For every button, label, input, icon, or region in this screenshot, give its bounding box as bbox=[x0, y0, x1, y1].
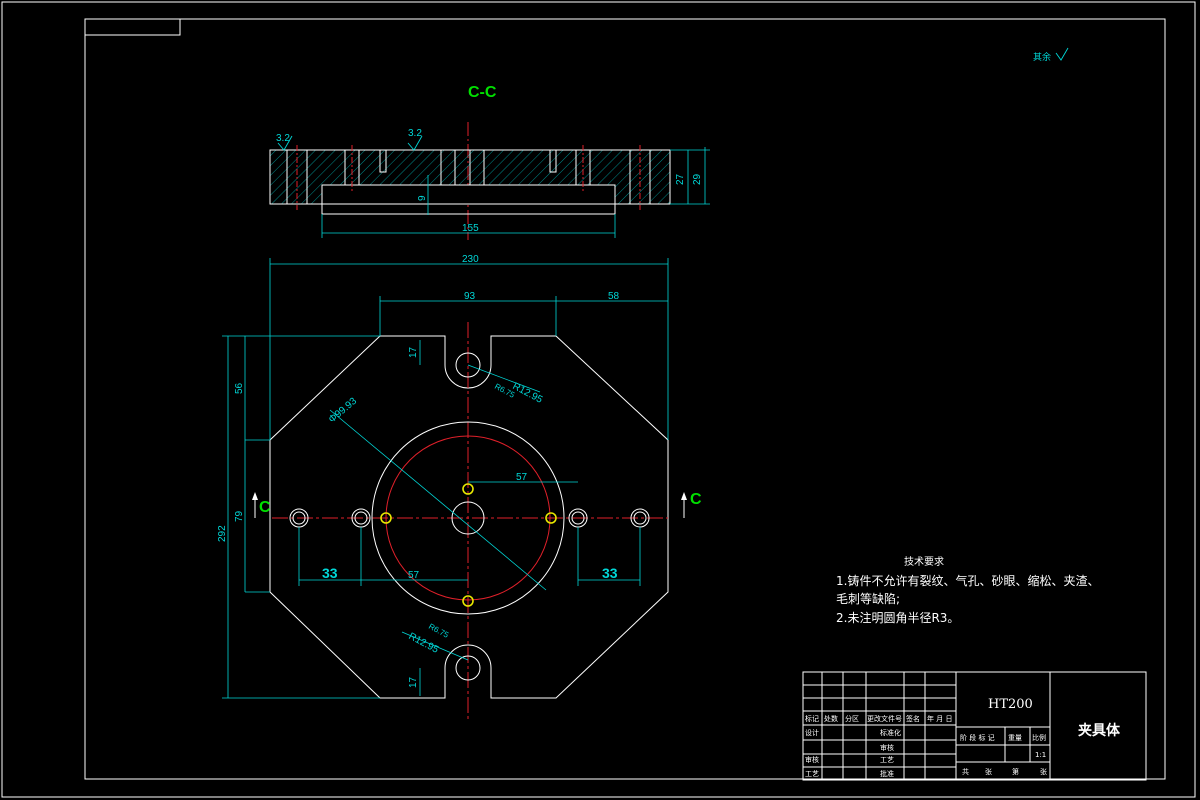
svg-text:毛刺等缺陷;: 毛刺等缺陷; bbox=[836, 591, 900, 606]
part-name: 夹具体 bbox=[1078, 722, 1121, 739]
svg-text:更改文件号: 更改文件号 bbox=[867, 714, 902, 723]
svg-text:审核: 审核 bbox=[880, 743, 894, 752]
svg-text:1:1: 1:1 bbox=[1035, 751, 1046, 759]
svg-text:17: 17 bbox=[408, 346, 419, 358]
svg-text:年 月 日: 年 月 日 bbox=[927, 714, 952, 723]
svg-text:3.2: 3.2 bbox=[276, 133, 290, 144]
roughness-symbol-mid: 3.2 bbox=[407, 128, 423, 151]
dim-230: 230 bbox=[269, 254, 669, 440]
plan-view-outline bbox=[269, 335, 669, 699]
svg-text:设计: 设计 bbox=[805, 728, 819, 737]
section-title: C-C bbox=[468, 84, 497, 101]
svg-text:C: C bbox=[690, 491, 702, 508]
dim-radii: R12.95 R6.75 R12.95 R6.75 bbox=[401, 364, 545, 661]
drawing-sheet: 其余 C-C 3.2 3.2 155 27 29 9 C C 230 93 58… bbox=[1, 1, 1196, 798]
svg-text:58: 58 bbox=[608, 291, 620, 302]
dim-phi: Φ99.93 bbox=[327, 396, 547, 591]
svg-text:17: 17 bbox=[408, 676, 419, 688]
svg-text:33: 33 bbox=[322, 565, 338, 581]
svg-text:技术要求: 技术要求 bbox=[904, 555, 944, 568]
svg-text:签名: 签名 bbox=[906, 714, 920, 723]
svg-text:57: 57 bbox=[516, 472, 528, 483]
svg-text:R12.95: R12.95 bbox=[511, 381, 545, 406]
svg-text:27: 27 bbox=[675, 173, 686, 185]
svg-text:57: 57 bbox=[408, 570, 420, 581]
roughness-corner-icon bbox=[1055, 47, 1069, 61]
roughness-corner-text: 其余 bbox=[1033, 51, 1051, 62]
svg-text:C: C bbox=[259, 499, 271, 516]
svg-text:批准: 批准 bbox=[880, 769, 894, 778]
svg-text:9: 9 bbox=[417, 195, 428, 201]
technical-requirements: 技术要求 1.铸件不允许有裂纹、气孔、砂眼、缩松、夹渣、 毛刺等缺陷; 2.未注… bbox=[836, 555, 1099, 625]
dim-93-58: 93 58 bbox=[379, 291, 668, 336]
section-marker-left: C bbox=[252, 492, 271, 518]
title-block: 标记 处数 分区 更改文件号 签名 年 月 日 设计 标准化 审核 审核 工艺 … bbox=[802, 671, 1147, 781]
svg-text:审核: 审核 bbox=[805, 755, 819, 764]
svg-text:比例: 比例 bbox=[1032, 733, 1046, 742]
svg-text:56: 56 bbox=[234, 382, 245, 394]
dim-33: 33 33 bbox=[298, 527, 641, 586]
svg-text:292: 292 bbox=[217, 525, 228, 542]
section-view bbox=[269, 145, 671, 215]
svg-text:阶 段 标 记: 阶 段 标 记 bbox=[960, 733, 995, 742]
svg-text:79: 79 bbox=[234, 510, 245, 522]
svg-text:R6.75: R6.75 bbox=[427, 622, 451, 640]
svg-text:共: 共 bbox=[962, 767, 969, 776]
svg-text:2.未注明圆角半径R3。: 2.未注明圆角半径R3。 bbox=[836, 610, 959, 625]
svg-text:处数: 处数 bbox=[824, 714, 838, 723]
svg-text:33: 33 bbox=[602, 565, 618, 581]
svg-text:155: 155 bbox=[462, 223, 479, 234]
svg-text:重量: 重量 bbox=[1008, 734, 1022, 742]
svg-text:张: 张 bbox=[985, 767, 992, 776]
svg-text:29: 29 bbox=[692, 173, 703, 185]
svg-text:3.2: 3.2 bbox=[408, 128, 422, 139]
code-box bbox=[84, 18, 181, 36]
section-marker-right: C bbox=[681, 491, 702, 518]
material-label: HT200 bbox=[988, 697, 1033, 712]
svg-text:标准化: 标准化 bbox=[880, 728, 901, 737]
sheet-inner-frame bbox=[84, 18, 1166, 780]
roughness-symbol-left: 3.2 bbox=[276, 133, 293, 151]
svg-text:张: 张 bbox=[1040, 767, 1047, 776]
svg-text:工艺: 工艺 bbox=[805, 770, 819, 778]
svg-text:230: 230 bbox=[462, 254, 479, 265]
svg-text:第: 第 bbox=[1012, 767, 1019, 776]
sheet-outer-border bbox=[1, 1, 1196, 798]
svg-text:标记: 标记 bbox=[805, 714, 819, 723]
svg-text:分区: 分区 bbox=[845, 714, 859, 723]
svg-text:R12.95: R12.95 bbox=[407, 631, 441, 656]
dim-27-29: 27 29 bbox=[670, 147, 710, 205]
svg-text:工艺: 工艺 bbox=[880, 756, 894, 764]
svg-text:1.铸件不允许有裂纹、气孔、砂眼、缩松、夹渣、: 1.铸件不允许有裂纹、气孔、砂眼、缩松、夹渣、 bbox=[836, 573, 1099, 588]
svg-text:93: 93 bbox=[464, 291, 476, 302]
